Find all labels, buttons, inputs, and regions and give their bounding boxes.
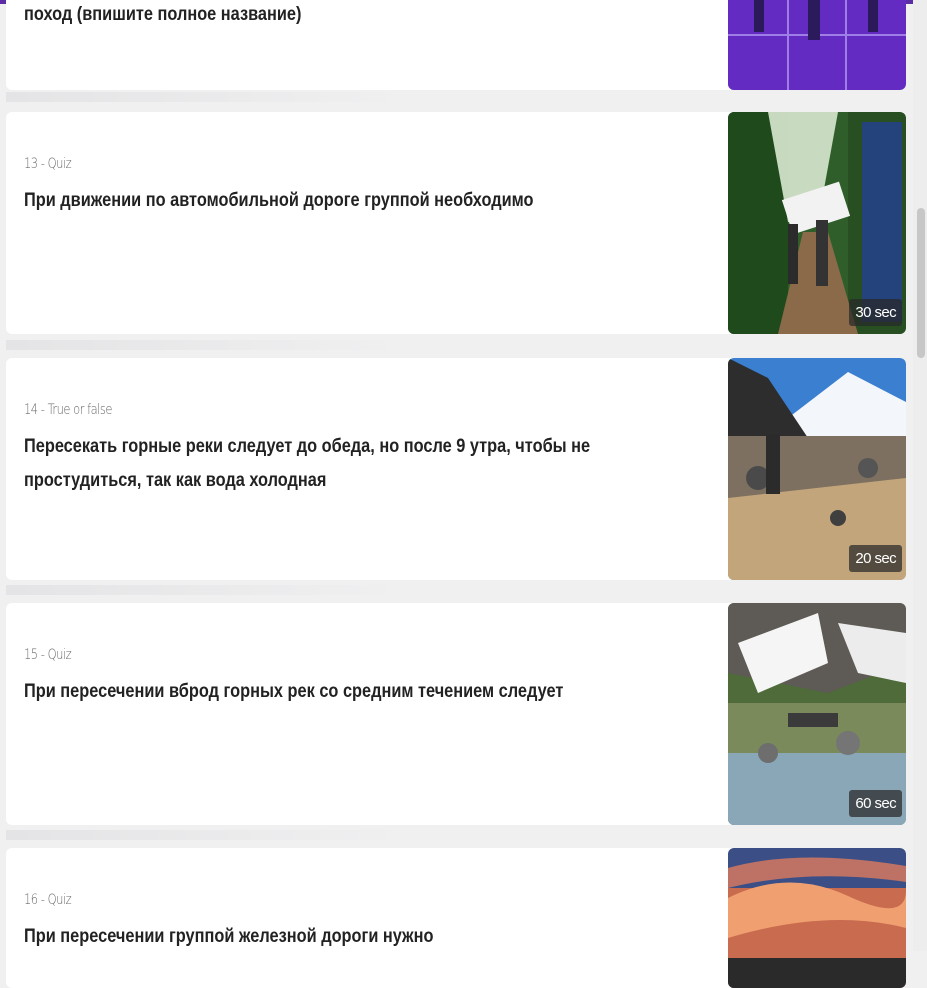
time-limit-badge: 30 sec (849, 299, 902, 326)
sunset-sky-image (728, 848, 906, 988)
scrollbar-track[interactable] (913, 0, 927, 951)
question-card-12[interactable]: поход (впишите полное название) (6, 0, 906, 90)
question-title: При пересечении группой железной дороги … (24, 926, 434, 947)
question-card-15[interactable]: 15 - Quiz При пересечении вброд горных р… (6, 603, 906, 825)
question-title: При движении по автомобильной дороге гру… (24, 190, 534, 211)
question-card-14[interactable]: 14 - True or false Пересекать горные рек… (6, 358, 906, 580)
question-meta: 16 - Quiz (24, 892, 72, 908)
question-thumbnail: 60 sec (728, 603, 906, 825)
card-separator (6, 585, 406, 595)
question-title: При пересечении вброд горных рек со сред… (24, 681, 564, 702)
card-separator (6, 340, 406, 350)
question-card-13[interactable]: 13 - Quiz При движении по автомобильной … (6, 112, 906, 334)
question-thumbnail (728, 0, 906, 90)
question-thumbnail (728, 848, 906, 988)
hikers-purple-image (728, 0, 906, 90)
question-meta: 13 - Quiz (24, 156, 72, 172)
question-meta: 14 - True or false (24, 402, 112, 418)
card-separator (6, 830, 406, 840)
card-separator (6, 92, 406, 102)
question-thumbnail: 30 sec (728, 112, 906, 334)
scrollbar-thumb[interactable] (917, 208, 925, 358)
question-card-16[interactable]: 16 - Quiz При пересечении группой железн… (6, 848, 906, 988)
question-thumbnail: 20 sec (728, 358, 906, 580)
question-title: Пересекать горные реки следует до обеда,… (24, 436, 591, 491)
time-limit-badge: 20 sec (849, 545, 902, 572)
time-limit-badge: 60 sec (849, 790, 902, 817)
question-meta: 15 - Quiz (24, 647, 72, 663)
question-title: поход (впишите полное название) (24, 4, 302, 25)
